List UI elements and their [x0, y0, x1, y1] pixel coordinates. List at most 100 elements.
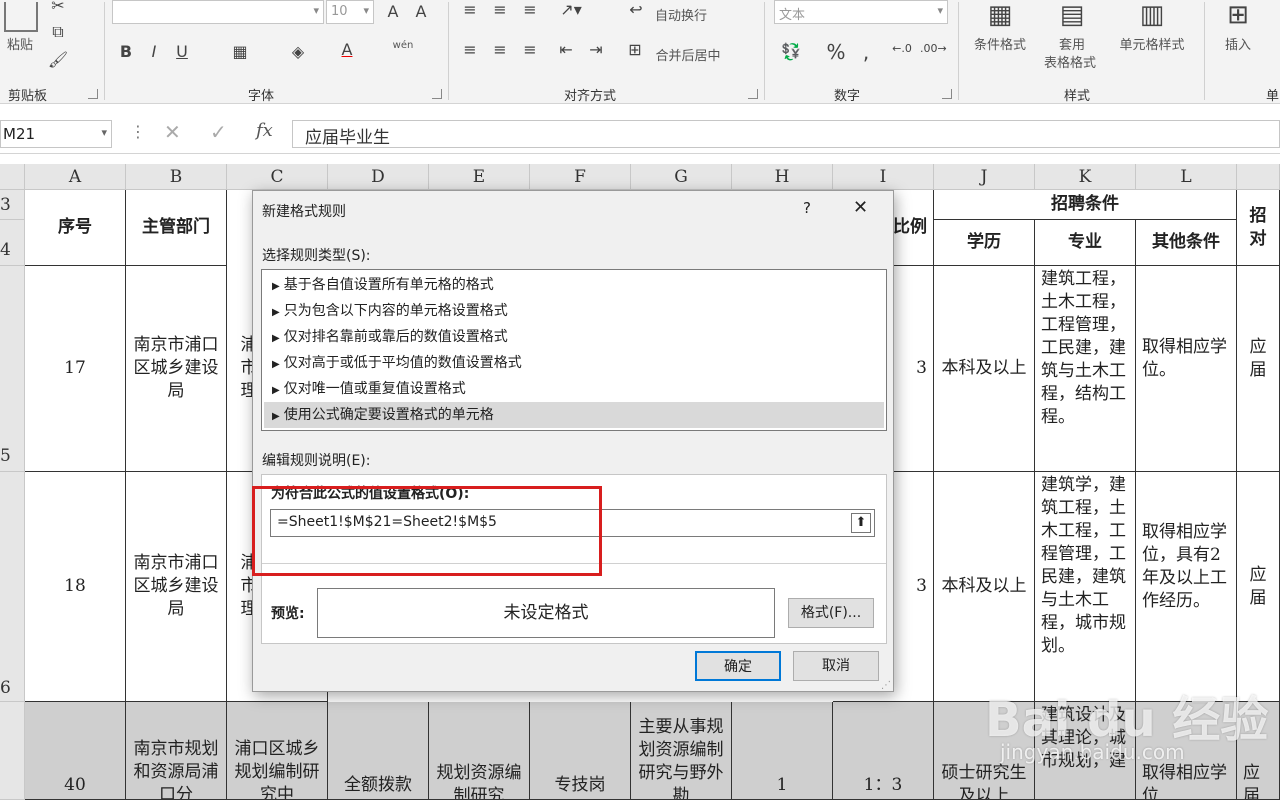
column-header[interactable]: L: [1136, 164, 1237, 190]
header-dept[interactable]: 主管部门: [126, 190, 227, 266]
copy-icon[interactable]: ⧉: [46, 22, 70, 42]
rule-type-item[interactable]: ▶ 只为包含以下内容的单元格设置格式: [264, 298, 884, 324]
rule-type-item[interactable]: ▶ 仅对排名靠前或靠后的数值设置格式: [264, 324, 884, 350]
number-format-dropdown[interactable]: 文本 ▾: [774, 0, 948, 24]
table-cell[interactable]: 1：3: [833, 702, 934, 800]
decrease-indent-icon[interactable]: ⇤: [556, 40, 576, 59]
format-painter-icon[interactable]: 🖌: [46, 50, 70, 69]
column-header[interactable]: E: [429, 164, 530, 190]
insert-button[interactable]: 插入: [1218, 34, 1258, 53]
font-launcher-icon[interactable]: [432, 89, 442, 99]
fill-color-icon[interactable]: ◈: [286, 42, 310, 61]
align-right-icon[interactable]: ≡: [520, 40, 540, 59]
column-header[interactable]: [1237, 164, 1280, 190]
table-cell[interactable]: 浦口区城乡规划编制研究中: [227, 702, 328, 800]
align-center-icon[interactable]: ≡: [490, 40, 510, 59]
header-seq[interactable]: 序号: [25, 190, 126, 266]
close-icon[interactable]: ✕: [853, 197, 868, 218]
table-format-line2[interactable]: 表格格式: [1032, 52, 1108, 71]
select-all-corner[interactable]: [0, 164, 25, 190]
name-box[interactable]: M21 ▾: [0, 120, 112, 148]
row-header[interactable]: 4: [0, 220, 25, 266]
conditional-format-button[interactable]: 条件格式: [966, 34, 1034, 53]
italic-icon[interactable]: I: [144, 42, 164, 61]
header-conditions[interactable]: 招聘条件: [934, 190, 1237, 220]
column-header[interactable]: H: [732, 164, 833, 190]
phonetic-button[interactable]: wén: [392, 40, 414, 51]
table-format-icon[interactable]: ▤: [1054, 0, 1090, 30]
merge-center-button[interactable]: 合并后居中: [650, 45, 726, 64]
table-format-line1[interactable]: 套用: [1052, 34, 1092, 53]
formula-input[interactable]: 应届毕业生: [292, 120, 1280, 148]
merge-center-icon[interactable]: ⊞: [624, 40, 646, 59]
table-cell[interactable]: 规划资源编制研究: [429, 702, 530, 800]
header-major[interactable]: 专业: [1035, 220, 1136, 266]
function-icon[interactable]: fx: [256, 120, 273, 141]
table-cell[interactable]: 17: [25, 266, 126, 472]
shrink-font-icon[interactable]: A: [410, 2, 432, 21]
table-cell[interactable]: 专技岗: [530, 702, 631, 800]
paste-button[interactable]: 粘贴: [2, 34, 38, 53]
align-top-icon[interactable]: ≡: [460, 0, 480, 19]
column-header[interactable]: A: [25, 164, 126, 190]
header-other[interactable]: 其他条件: [1136, 220, 1237, 266]
table-cell[interactable]: 本科及以上: [934, 472, 1035, 702]
column-header[interactable]: F: [530, 164, 631, 190]
column-header[interactable]: B: [126, 164, 227, 190]
rule-type-item[interactable]: ▶ 仅对高于或低于平均值的数值设置格式: [264, 350, 884, 376]
align-left-icon[interactable]: ≡: [460, 40, 480, 59]
rule-type-item[interactable]: ▶ 基于各自值设置所有单元格的格式: [264, 272, 884, 298]
chevron-down-icon[interactable]: ▾: [101, 126, 107, 139]
table-cell[interactable]: 南京市规划和资源局浦口分: [126, 702, 227, 800]
insert-icon[interactable]: ⊞: [1220, 0, 1256, 30]
table-cell[interactable]: 主要从事规划资源编制研究与野外勘: [631, 702, 732, 800]
rule-type-list[interactable]: ▶ 基于各自值设置所有单元格的格式 ▶ 只为包含以下内容的单元格设置格式 ▶ 仅对排名…: [261, 269, 887, 431]
table-cell[interactable]: 1: [732, 702, 833, 800]
table-cell[interactable]: 建筑学，建筑工程，土木工程，工程管理，工民建，建筑与土木工程，城市规划。: [1035, 472, 1136, 702]
row-header[interactable]: 6: [0, 472, 25, 702]
border-icon[interactable]: ▦: [228, 42, 252, 61]
column-header[interactable]: C: [227, 164, 328, 190]
table-cell[interactable]: 40: [25, 702, 126, 800]
table-cell[interactable]: 应届: [1237, 472, 1280, 702]
font-size-dropdown[interactable]: 10 ▾: [326, 0, 374, 24]
rule-type-item[interactable]: ▶ 仅对唯一值或重复值设置格式: [264, 376, 884, 402]
row-header[interactable]: 5: [0, 266, 25, 472]
column-header[interactable]: D: [328, 164, 429, 190]
header-last[interactable]: 招对: [1237, 190, 1280, 266]
column-header[interactable]: I: [833, 164, 934, 190]
clipboard-launcher-icon[interactable]: [88, 89, 98, 99]
wrap-text-icon[interactable]: ↩: [626, 0, 646, 19]
number-launcher-icon[interactable]: [942, 89, 952, 99]
wrap-text-button[interactable]: 自动换行: [650, 5, 712, 24]
alignment-launcher-icon[interactable]: [748, 89, 758, 99]
bold-icon[interactable]: B: [116, 42, 136, 61]
table-cell[interactable]: 应届: [1237, 266, 1280, 472]
cut-icon[interactable]: ✂: [48, 0, 68, 15]
increase-decimal-icon[interactable]: ←.0: [890, 42, 914, 55]
conditional-format-icon[interactable]: ▦: [982, 0, 1018, 30]
table-cell[interactable]: 南京市浦口区城乡建设局: [126, 472, 227, 702]
orientation-icon[interactable]: ↗▾: [556, 0, 586, 19]
cancel-icon[interactable]: ✕: [164, 120, 181, 144]
ok-button[interactable]: 确定: [695, 651, 781, 681]
align-middle-icon[interactable]: ≡: [490, 0, 510, 19]
table-cell[interactable]: 全额拨款: [328, 702, 429, 800]
percent-icon[interactable]: %: [824, 40, 848, 64]
help-button[interactable]: ?: [803, 199, 811, 217]
table-cell[interactable]: 南京市浦口区城乡建设局: [126, 266, 227, 472]
collapse-dialog-icon[interactable]: ⬆: [851, 513, 871, 533]
column-header[interactable]: G: [631, 164, 732, 190]
format-button[interactable]: 格式(F)...: [788, 598, 874, 628]
resize-grip-icon[interactable]: ⋰: [881, 680, 891, 691]
cancel-button[interactable]: 取消: [793, 651, 879, 681]
table-cell[interactable]: 18: [25, 472, 126, 702]
underline-icon[interactable]: U: [172, 42, 192, 61]
table-cell[interactable]: 取得相应学位，具有2年及以上工作经历。: [1136, 472, 1237, 702]
column-header[interactable]: K: [1035, 164, 1136, 190]
grow-font-icon[interactable]: A: [382, 2, 404, 21]
table-cell[interactable]: 建筑工程，土木工程，工程管理，工民建，建筑与土木工程，结构工程。: [1035, 266, 1136, 472]
table-cell[interactable]: 取得相应学位。: [1136, 266, 1237, 472]
font-name-dropdown[interactable]: ▾: [112, 0, 324, 24]
increase-indent-icon[interactable]: ⇥: [586, 40, 606, 59]
